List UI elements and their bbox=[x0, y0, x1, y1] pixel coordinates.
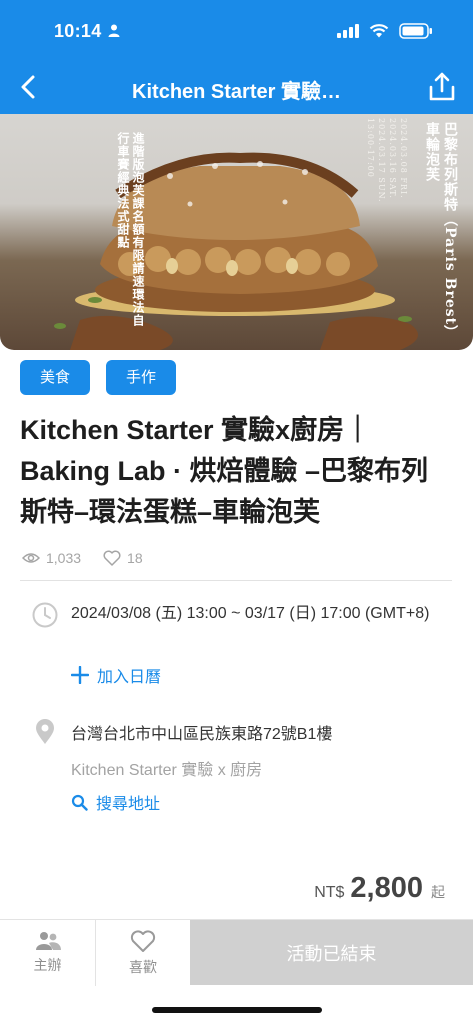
divider bbox=[20, 580, 452, 581]
price: NT$ 2,800 起 bbox=[314, 872, 445, 905]
clock-icon bbox=[32, 602, 58, 628]
home-indicator[interactable] bbox=[152, 1007, 322, 1013]
status-bar: 10:14 bbox=[0, 0, 473, 60]
status-icons bbox=[337, 23, 433, 39]
event-stats: 1,033 18 bbox=[22, 550, 165, 566]
add-calendar-link[interactable]: 加入日曆 bbox=[71, 663, 161, 687]
heart-icon bbox=[103, 550, 121, 566]
back-icon[interactable] bbox=[14, 72, 44, 102]
like-button[interactable]: 喜歡 bbox=[95, 920, 190, 986]
people-icon bbox=[35, 932, 61, 950]
event-address: 台灣台北市中山區民族東路72號B1樓 bbox=[71, 726, 333, 743]
signal-icon bbox=[337, 24, 359, 38]
search-address-link[interactable]: 搜尋地址 bbox=[71, 790, 160, 814]
event-title: Kitchen Starter 實驗x廚房｜Baking Lab · 烘焙體驗 … bbox=[20, 415, 429, 527]
eye-icon bbox=[22, 553, 40, 563]
battery-icon bbox=[399, 23, 432, 39]
nav-title: Kitchen Starter 實驗… bbox=[132, 81, 341, 103]
hero-title-text: 巴黎布列斯特（Paris Brest）車輪泡芙 bbox=[424, 122, 458, 341]
bottom-action-bar: 主辦 喜歡 活動已結束 bbox=[0, 919, 473, 986]
price-currency: NT$ bbox=[314, 884, 345, 901]
event-cover-image: 進階版泡芙課名額有限請速環法自行車賽經典法式甜點 2024.03.08 FRI.… bbox=[0, 114, 473, 350]
tag-handmade[interactable]: 手作 bbox=[106, 360, 177, 395]
host-button[interactable]: 主辦 bbox=[0, 920, 95, 986]
price-value: 2,800 bbox=[350, 872, 423, 904]
event-ended-button[interactable]: 活動已結束 bbox=[190, 920, 473, 985]
search-address-label: 搜尋地址 bbox=[96, 796, 161, 813]
plus-icon bbox=[71, 666, 89, 684]
share-icon[interactable] bbox=[427, 71, 457, 103]
price-suffix: 起 bbox=[431, 884, 445, 900]
person-icon bbox=[108, 24, 120, 37]
location-pin-icon bbox=[36, 719, 54, 744]
host-label: 主辦 bbox=[33, 957, 62, 973]
likes-count: 18 bbox=[127, 550, 143, 566]
heart-outline-icon bbox=[130, 929, 156, 952]
category-tags: 美食 手作 bbox=[20, 360, 177, 395]
hero-dates-text: 2024.03.08 FRI. 2024.03.16 SAT. 2024.03.… bbox=[366, 118, 408, 203]
event-venue: Kitchen Starter 實驗 x 廚房 bbox=[71, 762, 263, 779]
event-time: 2024/03/08 (五) 13:00 ~ 03/17 (日) 17:00 (… bbox=[71, 605, 430, 622]
views-count: 1,033 bbox=[46, 550, 82, 566]
add-calendar-label: 加入日曆 bbox=[97, 669, 162, 686]
like-label: 喜歡 bbox=[129, 958, 157, 975]
status-time: 10:14 bbox=[54, 21, 102, 41]
hero-promo-text: 進階版泡芙課名額有限請速環法自行車賽經典法式甜點 bbox=[116, 132, 145, 327]
search-icon bbox=[71, 794, 88, 811]
nav-bar: Kitchen Starter 實驗… bbox=[0, 60, 473, 114]
views-stat: 1,033 bbox=[22, 550, 81, 566]
likes-stat: 18 bbox=[103, 550, 143, 566]
tag-food[interactable]: 美食 bbox=[20, 360, 91, 395]
wifi-icon bbox=[369, 24, 389, 38]
